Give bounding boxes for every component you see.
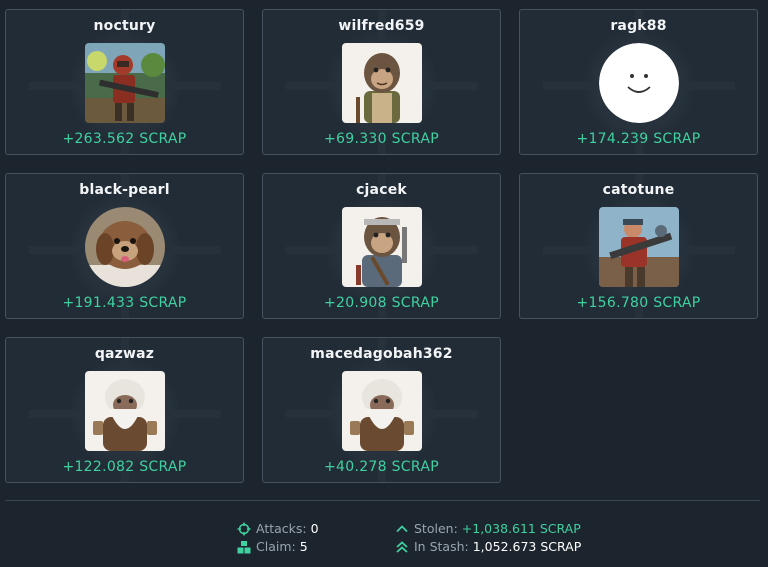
player-name: ragk88 — [610, 18, 667, 34]
player-card[interactable]: qazwaz +122.082 SCRAP — [5, 337, 244, 483]
player-name: qazwaz — [94, 346, 155, 362]
crosshair-icon — [237, 522, 251, 536]
player-card[interactable]: black-pearl +191.433 SCRAP — [5, 173, 244, 319]
stash-stat: In Stash: 1,052.673 SCRAP — [395, 539, 581, 554]
player-name: wilfred659 — [338, 18, 425, 34]
raid-stats: Attacks: 0 Claim: 5 Stolen: +1,038.611 S — [0, 520, 768, 560]
attacks-stat: Attacks: 0 — [237, 521, 319, 536]
player-name: catotune — [602, 182, 675, 198]
player-card[interactable]: cjacek +20.908 SCRAP — [262, 173, 501, 319]
scrap-amount: +191.433 SCRAP — [62, 295, 187, 311]
player-card[interactable]: noctury +263.562 SCRAP — [5, 9, 244, 155]
soldier-avatar — [84, 43, 165, 123]
scrap-amount: +69.330 SCRAP — [324, 131, 439, 147]
stolen-stat: Stolen: +1,038.611 SCRAP — [395, 521, 581, 536]
player-name: black-pearl — [79, 182, 170, 198]
dwarf-avatar — [84, 371, 165, 451]
stash-label: In Stash: — [414, 539, 469, 554]
soldier-avatar — [598, 207, 679, 287]
player-card[interactable]: catotune +156.780 SCRAP — [519, 173, 758, 319]
player-name: macedagobah362 — [310, 346, 453, 362]
stolen-label: Stolen: — [414, 521, 458, 536]
claim-value: 5 — [299, 539, 308, 554]
player-card[interactable]: macedagobah362 +40.278 SCRAP — [262, 337, 501, 483]
double-chevron-up-icon — [395, 540, 409, 554]
stash-value: 1,052.673 SCRAP — [472, 539, 582, 554]
player-card[interactable]: wilfred659 +69.330 SCRAP — [262, 9, 501, 155]
dwarf-avatar — [341, 371, 422, 451]
monkey-avatar — [341, 43, 422, 123]
monkey-avatar — [341, 207, 422, 287]
attacks-label: Attacks: — [256, 521, 307, 536]
stolen-value: +1,038.611 SCRAP — [461, 521, 581, 536]
scrap-amount: +40.278 SCRAP — [324, 459, 439, 475]
attacks-value: 0 — [310, 521, 319, 536]
scrap-amount: +156.780 SCRAP — [576, 295, 701, 311]
scrap-amount: +122.082 SCRAP — [62, 459, 187, 475]
boxes-icon — [237, 540, 251, 554]
claim-stat: Claim: 5 — [237, 539, 308, 554]
dog-avatar — [84, 207, 165, 287]
player-name: cjacek — [356, 182, 407, 198]
divider — [5, 500, 760, 501]
chevron-up-icon — [395, 522, 409, 536]
player-card[interactable]: ragk88 +174.239 SCRAP — [519, 9, 758, 155]
claim-label: Claim: — [256, 539, 296, 554]
scrap-amount: +20.908 SCRAP — [324, 295, 439, 311]
smiley-avatar — [598, 43, 679, 123]
raid-results-panel: noctury +263.562 SCRAP wilfred659 +69.33… — [0, 0, 768, 567]
scrap-amount: +263.562 SCRAP — [62, 131, 187, 147]
player-name: noctury — [93, 18, 156, 34]
scrap-amount: +174.239 SCRAP — [576, 131, 701, 147]
